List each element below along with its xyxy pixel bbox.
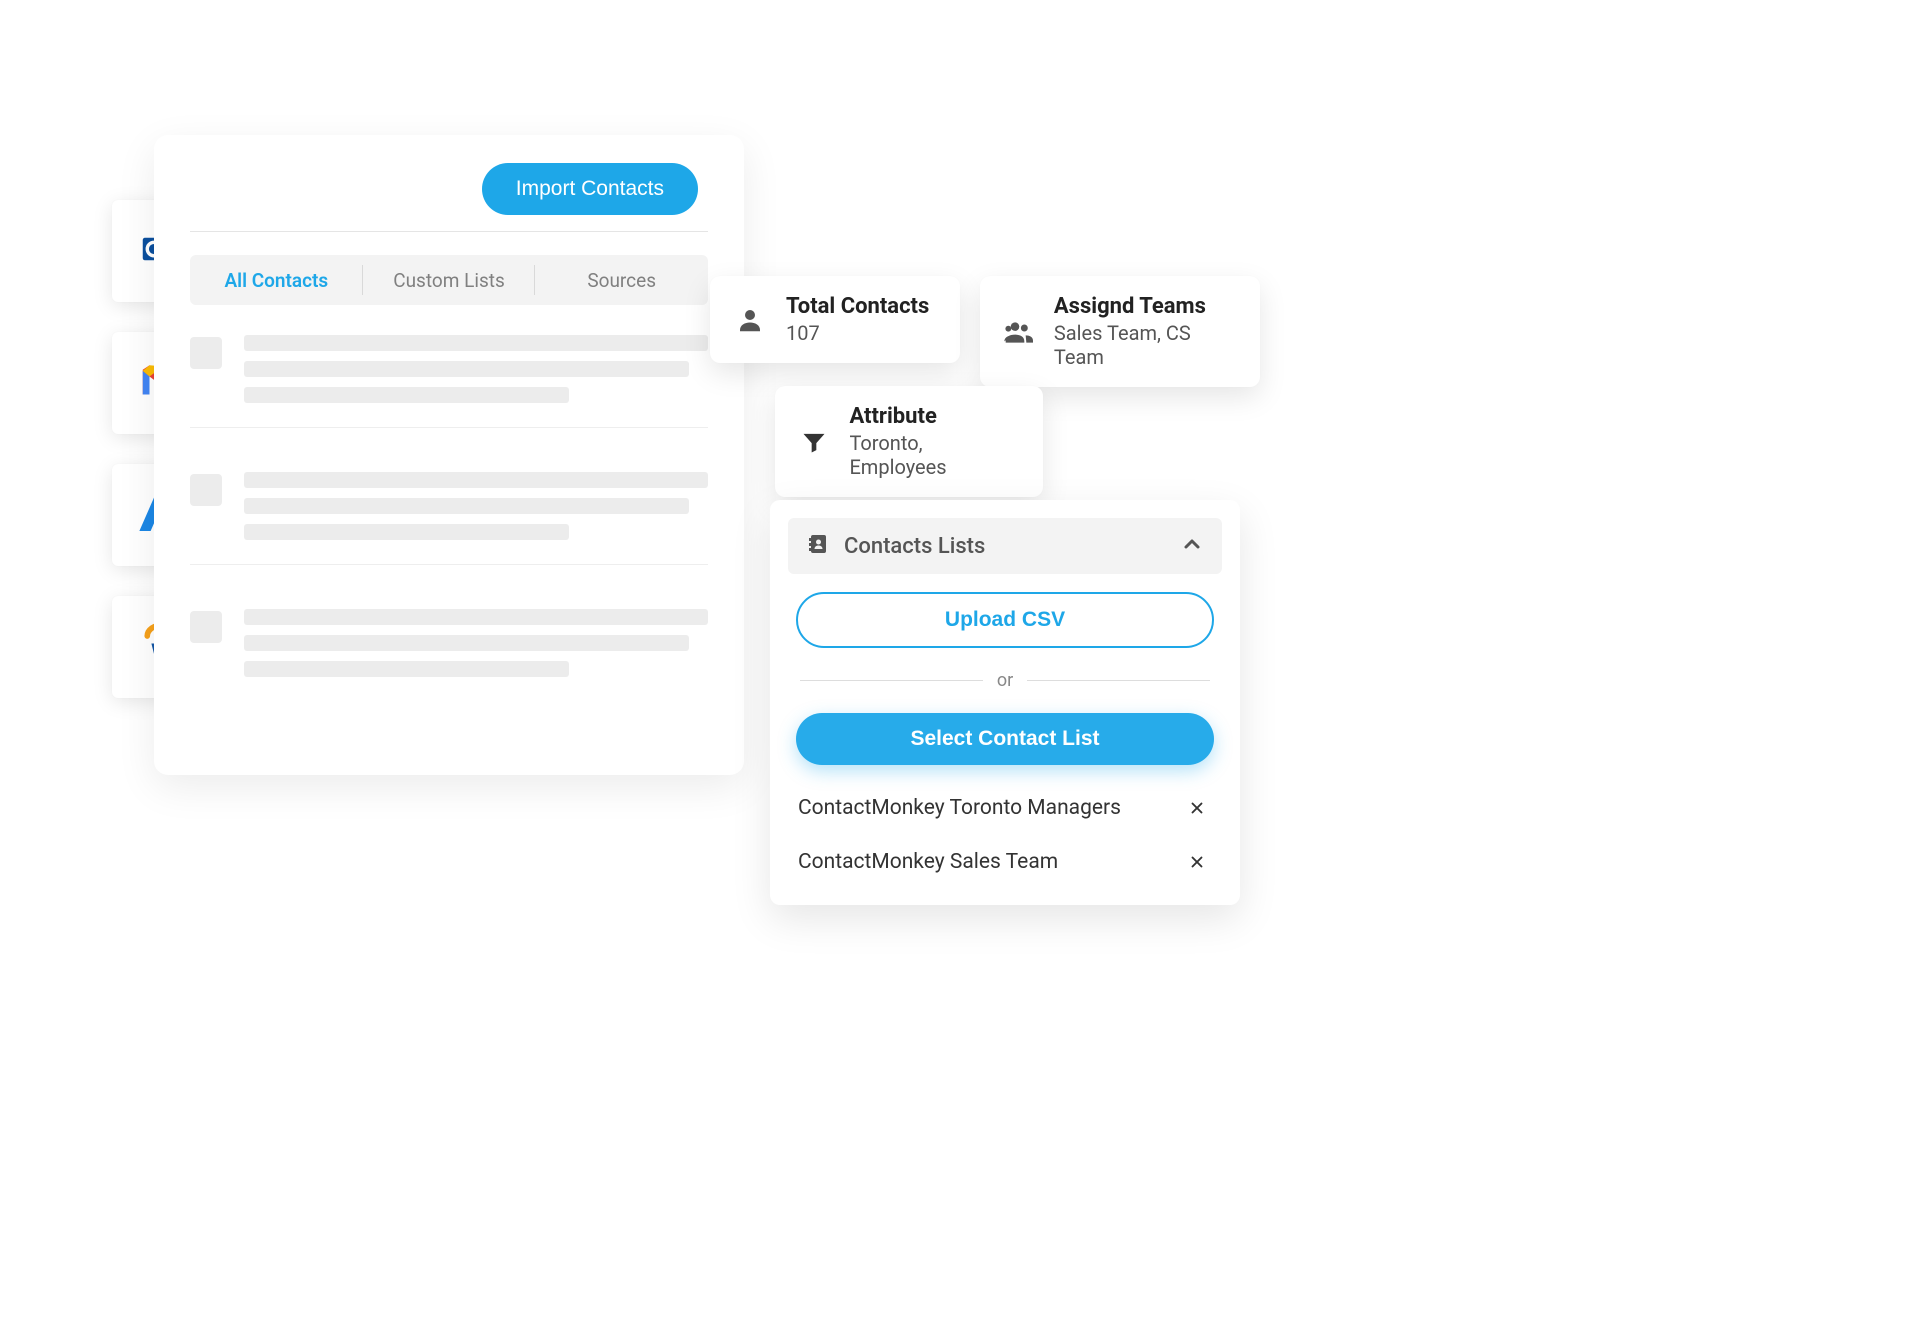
skeleton-line	[244, 335, 708, 351]
address-book-icon	[806, 532, 830, 560]
group-icon	[1002, 314, 1036, 350]
stat-value: Toronto, Employees	[849, 431, 1017, 479]
remove-list-button[interactable]	[1182, 847, 1212, 877]
select-contact-list-button[interactable]: Select Contact List	[796, 713, 1214, 765]
skeleton-line	[244, 387, 569, 403]
skeleton-line	[244, 524, 569, 540]
contacts-tabs: All Contacts Custom Lists Sources	[190, 255, 708, 305]
stat-label: Assignd Teams	[1054, 294, 1234, 319]
stat-label: Attribute	[849, 404, 1017, 429]
tab-custom-lists[interactable]: Custom Lists	[363, 255, 536, 305]
selected-list-name: ContactMonkey Sales Team	[798, 850, 1182, 874]
funnel-icon	[797, 424, 831, 460]
contacts-lists-header[interactable]: Contacts Lists	[788, 518, 1222, 574]
stat-total-contacts: Total Contacts 107	[710, 276, 960, 363]
skeleton-avatar	[190, 474, 222, 506]
remove-list-button[interactable]	[1182, 793, 1212, 823]
stat-attribute: Attribute Toronto, Employees	[775, 386, 1043, 497]
skeleton-line	[244, 498, 689, 514]
list-item	[190, 472, 708, 565]
list-item	[190, 335, 708, 428]
stat-label: Total Contacts	[786, 294, 929, 319]
skeleton-line	[244, 661, 569, 677]
skeleton-avatar	[190, 611, 222, 643]
contacts-card: Import Contacts All Contacts Custom List…	[154, 135, 744, 775]
chevron-up-icon[interactable]	[1180, 532, 1204, 560]
selected-list-item: ContactMonkey Sales Team	[796, 841, 1214, 883]
contacts-lists-title: Contacts Lists	[844, 534, 1166, 559]
selected-lists: ContactMonkey Toronto Managers ContactMo…	[796, 787, 1214, 883]
stat-value: Sales Team, CS Team	[1054, 321, 1234, 369]
list-item	[190, 609, 708, 701]
or-label: or	[997, 670, 1013, 691]
divider	[190, 231, 708, 232]
contacts-lists-panel: Contacts Lists Upload CSV or Select Cont…	[770, 500, 1240, 905]
selected-list-item: ContactMonkey Toronto Managers	[796, 787, 1214, 829]
tab-sources[interactable]: Sources	[535, 255, 708, 305]
skeleton-line	[244, 635, 689, 651]
selected-list-name: ContactMonkey Toronto Managers	[798, 796, 1182, 820]
stat-value: 107	[786, 321, 929, 345]
person-icon	[732, 302, 768, 338]
skeleton-line	[244, 472, 708, 488]
tab-all-contacts[interactable]: All Contacts	[190, 255, 363, 305]
skeleton-avatar	[190, 337, 222, 369]
import-contacts-button[interactable]: Import Contacts	[482, 163, 698, 215]
skeleton-line	[244, 609, 708, 625]
or-divider: or	[800, 670, 1210, 691]
skeleton-line	[244, 361, 689, 377]
contacts-skeleton-list	[190, 335, 708, 701]
stat-assigned-teams: Assignd Teams Sales Team, CS Team	[980, 276, 1260, 387]
upload-csv-button[interactable]: Upload CSV	[796, 592, 1214, 648]
